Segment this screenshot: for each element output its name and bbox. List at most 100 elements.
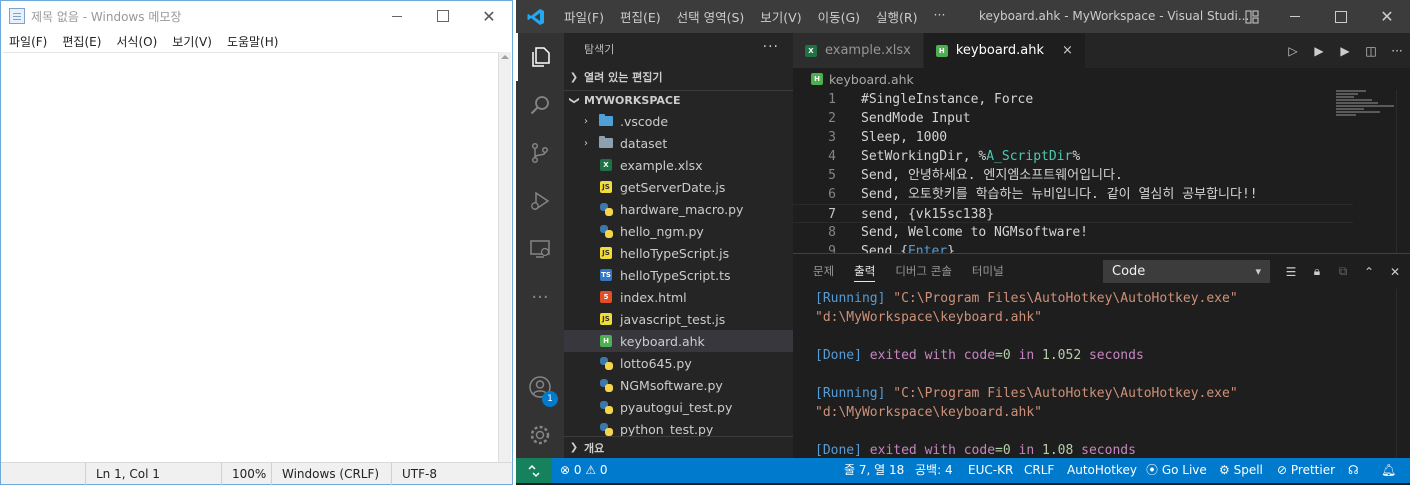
notifications-bell-icon[interactable]: 🔔︎: [1381, 458, 1396, 483]
tab-problems[interactable]: 문제: [813, 254, 834, 289]
settings-gear-icon[interactable]: [516, 411, 564, 459]
source-control-icon[interactable]: [516, 129, 564, 177]
tree-item-label: lotto645.py: [620, 355, 692, 371]
menu-selection[interactable]: 선택 영역(S): [669, 7, 753, 26]
code-text: #SingleInstance, Force: [861, 92, 1034, 107]
maximize-icon[interactable]: [420, 1, 466, 31]
copy-icon[interactable]: ⧉: [1330, 264, 1356, 279]
clear-output-icon[interactable]: ☰: [1278, 265, 1304, 279]
notepad-text-area[interactable]: [3, 52, 499, 462]
status-go-live[interactable]: ⦿ Go Live: [1146, 458, 1207, 483]
maximize-panel-icon[interactable]: ⌃: [1356, 265, 1382, 279]
lock-icon[interactable]: 🔒︎: [1304, 264, 1330, 279]
account-badge: 1: [542, 391, 558, 407]
tab-example-xlsx[interactable]: X example.xlsx: [793, 33, 924, 68]
tree-item-file[interactable]: lotto645.py: [564, 352, 793, 374]
remote-explorer-icon[interactable]: [516, 225, 564, 273]
notepad-vertical-scrollbar[interactable]: [498, 52, 511, 462]
close-tab-icon[interactable]: ×: [1062, 43, 1073, 58]
tree-item-file[interactable]: JS helloTypeScript.js: [564, 242, 793, 264]
tree-item-file[interactable]: hello_ngm.py: [564, 220, 793, 242]
code-line: 2 SendMode Input: [793, 109, 1353, 128]
run-debug-icon[interactable]: [516, 177, 564, 225]
status-problems[interactable]: ⊗ 0 ⚠ 0: [560, 458, 608, 483]
run-code-icon[interactable]: ▶: [1332, 44, 1358, 58]
close-icon[interactable]: ✕: [466, 1, 512, 31]
breadcrumb-file[interactable]: keyboard.ahk: [829, 72, 914, 87]
tab-output[interactable]: 출력: [854, 254, 876, 289]
remote-indicator-icon[interactable]: [516, 458, 552, 483]
tab-keyboard-ahk[interactable]: H keyboard.ahk ×: [923, 33, 1086, 68]
search-icon[interactable]: [516, 81, 564, 129]
tree-item-dataset-folder[interactable]: › dataset: [564, 132, 793, 154]
maximize-icon[interactable]: [1318, 0, 1364, 33]
tree-item-file[interactable]: hardware_macro.py: [564, 198, 793, 220]
explorer-icon[interactable]: [516, 33, 564, 81]
tree-item-file[interactable]: X example.xlsx: [564, 154, 793, 176]
output-content[interactable]: [Running] "C:\Program Files\AutoHotkey\A…: [793, 289, 1393, 459]
menu-format[interactable]: 서식(O): [108, 33, 164, 50]
tree-item-file[interactable]: JS getServerDate.js: [564, 176, 793, 198]
status-prettier[interactable]: ⊘ Prettier: [1277, 458, 1335, 483]
editor-scrollbar[interactable]: [1396, 90, 1410, 253]
status-encoding[interactable]: EUC-KR: [968, 458, 1013, 483]
menu-edit[interactable]: 편집(E): [612, 7, 669, 26]
outline-section[interactable]: ❯ 개요: [564, 436, 793, 458]
tab-terminal[interactable]: 터미널: [972, 254, 1004, 289]
close-panel-icon[interactable]: ✕: [1382, 265, 1408, 279]
status-eol[interactable]: CRLF: [1024, 458, 1054, 483]
output-channel-select[interactable]: Code ▾: [1103, 260, 1270, 283]
open-editors-section[interactable]: ❯ 열려 있는 편집기: [564, 66, 793, 88]
menu-view[interactable]: 보기(V): [164, 33, 219, 50]
workspace-label: MYWORKSPACE: [584, 93, 681, 107]
menu-edit[interactable]: 편집(E): [54, 33, 108, 50]
menu-more[interactable]: ···: [926, 7, 954, 26]
menu-view[interactable]: 보기(V): [752, 7, 809, 26]
status-spell[interactable]: ⚙ Spell: [1219, 458, 1263, 483]
run-icon[interactable]: ▶: [1306, 44, 1332, 58]
breadcrumb[interactable]: H keyboard.ahk: [793, 68, 1410, 90]
workspace-section[interactable]: ❯ MYWORKSPACE: [564, 89, 793, 111]
accounts-icon[interactable]: 1: [516, 363, 564, 411]
vscode-titlebar[interactable]: 파일(F) 편집(E) 선택 영역(S) 보기(V) 이동(G) 실행(R) ·…: [516, 0, 1410, 33]
more-actions-icon[interactable]: ···: [1384, 44, 1410, 58]
tree-item-file[interactable]: TS helloTypeScript.ts: [564, 264, 793, 286]
status-language-mode[interactable]: AutoHotkey: [1067, 458, 1137, 483]
tree-item-vscode-folder[interactable]: › .vscode: [564, 110, 793, 132]
close-icon[interactable]: ✕: [1364, 0, 1410, 33]
line-number: 8: [828, 225, 836, 240]
status-indentation[interactable]: 공백: 4: [915, 458, 953, 483]
tree-item-file[interactable]: pyautogui_test.py: [564, 396, 793, 418]
code-area[interactable]: 1 #SingleInstance, Force 2 SendMode Input …: [793, 90, 1353, 253]
feedback-icon[interactable]: ☊: [1348, 458, 1359, 483]
explorer-header: 탐색기 ···: [564, 33, 793, 65]
menu-file[interactable]: 파일(F): [1, 33, 54, 50]
line-number: 7: [828, 207, 836, 222]
menu-go[interactable]: 이동(G): [810, 7, 868, 26]
run-outline-icon[interactable]: ▷: [1280, 44, 1306, 58]
minimize-icon[interactable]: [1272, 0, 1318, 33]
menu-file[interactable]: 파일(F): [556, 7, 612, 26]
minimap[interactable]: [1336, 90, 1396, 140]
split-editor-icon[interactable]: ◫: [1358, 44, 1384, 58]
scroll-up-icon[interactable]: [501, 55, 509, 59]
more-actions-icon[interactable]: ···: [516, 273, 564, 321]
menu-run[interactable]: 실행(R): [868, 7, 925, 26]
output-line: "d:\MyWorkspace\keyboard.ahk": [815, 310, 1042, 325]
tree-item-file[interactable]: 5 index.html: [564, 286, 793, 308]
status-cursor-position[interactable]: 줄 7, 열 18: [844, 458, 904, 483]
tree-item-file[interactable]: JS javascript_test.js: [564, 308, 793, 330]
minimize-icon[interactable]: [374, 1, 420, 31]
notepad-titlebar[interactable]: 제목 없음 - Windows 메모장 ✕: [1, 1, 512, 31]
code-text: SendMode Input: [861, 111, 971, 126]
tree-item-label: .vscode: [620, 113, 669, 129]
tab-debug-console[interactable]: 디버그 콘솔: [895, 254, 952, 289]
tree-item-file[interactable]: NGMsoftware.py: [564, 374, 793, 396]
menu-help[interactable]: 도움말(H): [219, 33, 286, 50]
panel-scrollbar[interactable]: [1396, 289, 1410, 459]
explorer-more-icon[interactable]: ···: [763, 39, 779, 55]
python-file-icon: [599, 400, 613, 414]
tree-item-file-selected[interactable]: H keyboard.ahk: [564, 330, 793, 352]
layout-icon[interactable]: [1232, 0, 1272, 33]
